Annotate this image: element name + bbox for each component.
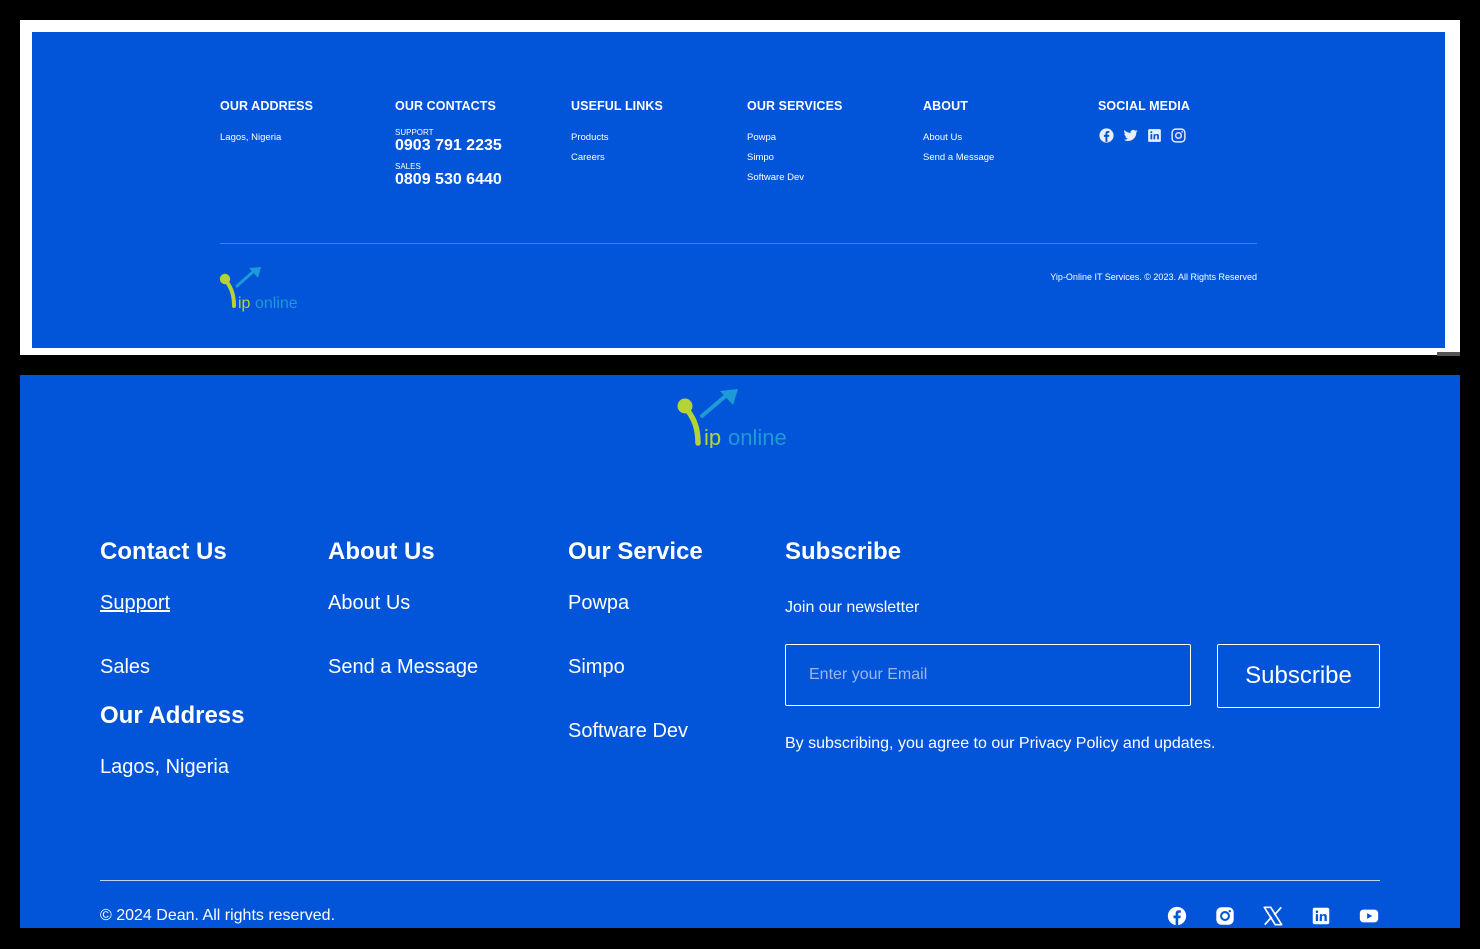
our-address-heading: Our Address bbox=[100, 702, 245, 729]
x-icon[interactable] bbox=[1262, 905, 1284, 927]
old-footer: OUR ADDRESS Lagos, Nigeria OUR CONTACTS … bbox=[32, 32, 1445, 348]
our-service-heading: Our Service bbox=[568, 538, 703, 565]
address-text: Lagos, Nigeria bbox=[220, 132, 282, 143]
address-text: Lagos, Nigeria bbox=[100, 756, 229, 778]
facebook-icon[interactable] bbox=[1098, 127, 1115, 144]
contact-us-heading: Contact Us bbox=[100, 538, 227, 565]
facebook-icon[interactable] bbox=[1166, 905, 1188, 927]
support-label: SUPPORT bbox=[395, 128, 434, 137]
social-column: SOCIAL MEDIA bbox=[1098, 99, 1190, 144]
address-heading: OUR ADDRESS bbox=[220, 99, 314, 113]
logo-online-text: online bbox=[255, 295, 298, 312]
send-message-link[interactable]: Send a Message bbox=[328, 656, 478, 679]
link-software-dev[interactable]: Software Dev bbox=[747, 168, 842, 188]
instagram-icon[interactable] bbox=[1214, 905, 1236, 927]
newsletter-text: Join our newsletter bbox=[785, 599, 920, 616]
logo-ip-text: ip bbox=[238, 295, 251, 312]
support-link[interactable]: Support bbox=[100, 592, 170, 615]
new-footer: ip online Contact Us Support Sales Our A… bbox=[20, 375, 1460, 928]
logo-online-text: online bbox=[728, 425, 787, 448]
address-column: OUR ADDRESS Lagos, Nigeria bbox=[220, 99, 313, 148]
linkedin-icon[interactable] bbox=[1310, 905, 1332, 927]
scrollbar-edge bbox=[1437, 352, 1460, 356]
about-us-link[interactable]: About Us bbox=[328, 592, 410, 615]
services-heading: OUR SERVICES bbox=[747, 99, 843, 113]
link-products[interactable]: Products bbox=[571, 128, 663, 148]
useful-links-heading: USEFUL LINKS bbox=[571, 99, 663, 113]
linkedin-icon[interactable] bbox=[1146, 127, 1163, 144]
services-column: OUR SERVICES Powpa Simpo Software Dev bbox=[747, 99, 842, 188]
link-send-message[interactable]: Send a Message bbox=[923, 148, 994, 168]
subscribe-heading: Subscribe bbox=[785, 538, 902, 565]
yiponline-logo-small[interactable]: ip online bbox=[219, 266, 309, 317]
old-footer-divider bbox=[220, 243, 1257, 244]
old-footer-frame: OUR ADDRESS Lagos, Nigeria OUR CONTACTS … bbox=[20, 20, 1460, 355]
old-copyright: Yip-Online IT Services. © 2023. All Righ… bbox=[1050, 272, 1257, 282]
powpa-link[interactable]: Powpa bbox=[568, 592, 629, 615]
useful-links-column: USEFUL LINKS Products Careers bbox=[571, 99, 663, 168]
simpo-link[interactable]: Simpo bbox=[568, 656, 625, 679]
email-input[interactable] bbox=[785, 644, 1191, 706]
support-number[interactable]: 0903 791 2235 bbox=[395, 137, 502, 155]
new-footer-divider bbox=[100, 880, 1380, 881]
social-heading: SOCIAL MEDIA bbox=[1098, 99, 1190, 113]
about-us-heading: About Us bbox=[328, 538, 435, 565]
social-icons bbox=[1166, 905, 1380, 927]
link-simpo[interactable]: Simpo bbox=[747, 148, 842, 168]
subscribe-button[interactable]: Subscribe bbox=[1217, 644, 1380, 708]
link-about-us[interactable]: About Us bbox=[923, 128, 994, 148]
sales-label: SALES bbox=[395, 162, 421, 171]
link-powpa[interactable]: Powpa bbox=[747, 128, 842, 148]
sales-link[interactable]: Sales bbox=[100, 656, 150, 679]
about-column: ABOUT About Us Send a Message bbox=[923, 99, 994, 168]
twitter-icon[interactable] bbox=[1122, 127, 1139, 144]
new-copyright: © 2024 Dean. All rights reserved. bbox=[100, 907, 336, 924]
subscribe-terms: By subscribing, you agree to our Privacy… bbox=[785, 735, 1216, 752]
youtube-icon[interactable] bbox=[1358, 905, 1380, 927]
instagram-icon[interactable] bbox=[1170, 127, 1187, 144]
contacts-heading: OUR CONTACTS bbox=[395, 99, 496, 113]
yiponline-logo[interactable]: ip online bbox=[676, 388, 808, 453]
logo-ip-text: ip bbox=[704, 425, 721, 448]
contacts-column: OUR CONTACTS SUPPORT 0903 791 2235 SALES… bbox=[395, 99, 502, 189]
link-careers[interactable]: Careers bbox=[571, 148, 663, 168]
sales-number[interactable]: 0809 530 6440 bbox=[395, 171, 502, 189]
software-dev-link[interactable]: Software Dev bbox=[568, 720, 688, 743]
about-heading: ABOUT bbox=[923, 99, 968, 113]
